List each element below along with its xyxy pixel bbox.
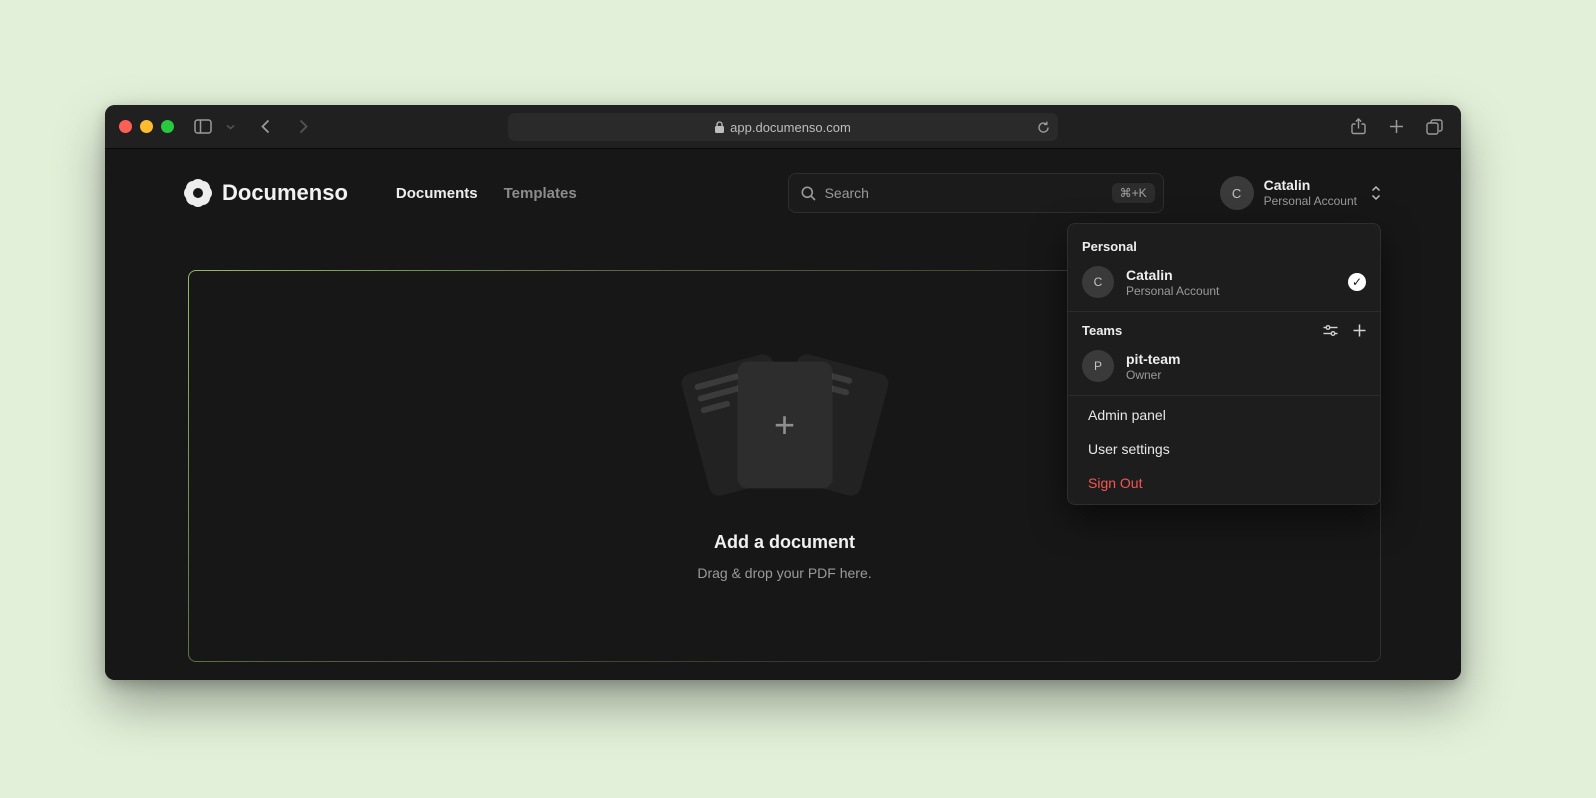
new-tab-icon[interactable]	[1383, 113, 1409, 141]
address-bar[interactable]: app.documenso.com	[508, 113, 1058, 141]
menu-team-role: Owner	[1126, 368, 1180, 382]
add-team-icon[interactable]	[1353, 324, 1366, 337]
menu-item-user-settings[interactable]: User settings	[1068, 432, 1380, 466]
page-content: Documenso Documents Templates ⌘+K C Cata…	[105, 149, 1461, 680]
menu-item-personal-account[interactable]: C Catalin Personal Account ✓	[1068, 261, 1380, 309]
traffic-lights	[119, 120, 174, 133]
menu-teams-label: Teams	[1082, 323, 1122, 338]
account-dropdown-menu: Personal C Catalin Personal Account ✓ Te…	[1067, 223, 1381, 505]
lock-icon	[715, 121, 724, 133]
forward-icon[interactable]	[290, 113, 316, 141]
menu-divider	[1068, 395, 1380, 396]
dropzone-subtitle: Drag & drop your PDF here.	[697, 565, 871, 581]
dropzone-title: Add a document	[714, 532, 855, 553]
menu-personal-avatar: C	[1082, 266, 1114, 298]
browser-toolbar: app.documenso.com	[105, 105, 1461, 149]
brand-name: Documenso	[222, 180, 348, 206]
menu-personal-name: Catalin	[1126, 266, 1219, 284]
add-document-card-icon: +	[738, 362, 832, 488]
account-menu-button[interactable]: C Catalin Personal Account	[1220, 176, 1381, 210]
share-icon[interactable]	[1345, 113, 1371, 141]
menu-divider	[1068, 311, 1380, 312]
documenso-logo-icon	[185, 180, 211, 206]
menu-item-team[interactable]: P pit-team Owner	[1068, 345, 1380, 393]
menu-item-admin-panel[interactable]: Admin panel	[1068, 398, 1380, 432]
menu-personal-label: Personal	[1068, 230, 1380, 261]
browser-window: app.documenso.com	[105, 105, 1461, 680]
close-button[interactable]	[119, 120, 132, 133]
menu-teams-header: Teams	[1068, 314, 1380, 345]
refresh-icon[interactable]	[1037, 121, 1050, 134]
menu-item-sign-out[interactable]: Sign Out	[1068, 466, 1380, 500]
menu-team-avatar: P	[1082, 350, 1114, 382]
search-input[interactable]	[825, 185, 1103, 201]
address-url: app.documenso.com	[730, 120, 851, 135]
nav-item-templates[interactable]: Templates	[504, 185, 577, 202]
plus-icon: +	[774, 407, 795, 443]
search-icon	[801, 186, 816, 201]
selected-check-icon: ✓	[1348, 273, 1366, 291]
account-avatar: C	[1220, 176, 1254, 210]
documents-stack-illustration: +	[670, 352, 900, 498]
account-name: Catalin	[1264, 177, 1357, 195]
search-bar[interactable]: ⌘+K	[788, 173, 1164, 213]
account-type: Personal Account	[1264, 194, 1357, 209]
back-icon[interactable]	[252, 113, 278, 141]
menu-personal-type: Personal Account	[1126, 284, 1219, 298]
chevron-updown-icon	[1371, 185, 1381, 201]
main-nav: Documents Templates	[396, 185, 577, 202]
menu-team-name: pit-team	[1126, 350, 1180, 368]
sidebar-toggle-icon[interactable]	[190, 113, 216, 141]
brand[interactable]: Documenso	[185, 180, 348, 206]
search-shortcut-badge: ⌘+K	[1112, 183, 1155, 203]
manage-teams-icon[interactable]	[1323, 324, 1338, 337]
minimize-button[interactable]	[140, 120, 153, 133]
zoom-button[interactable]	[161, 120, 174, 133]
tab-overview-icon[interactable]	[1421, 113, 1447, 141]
sidebar-chevron-icon[interactable]	[222, 113, 238, 141]
nav-item-documents[interactable]: Documents	[396, 185, 478, 202]
